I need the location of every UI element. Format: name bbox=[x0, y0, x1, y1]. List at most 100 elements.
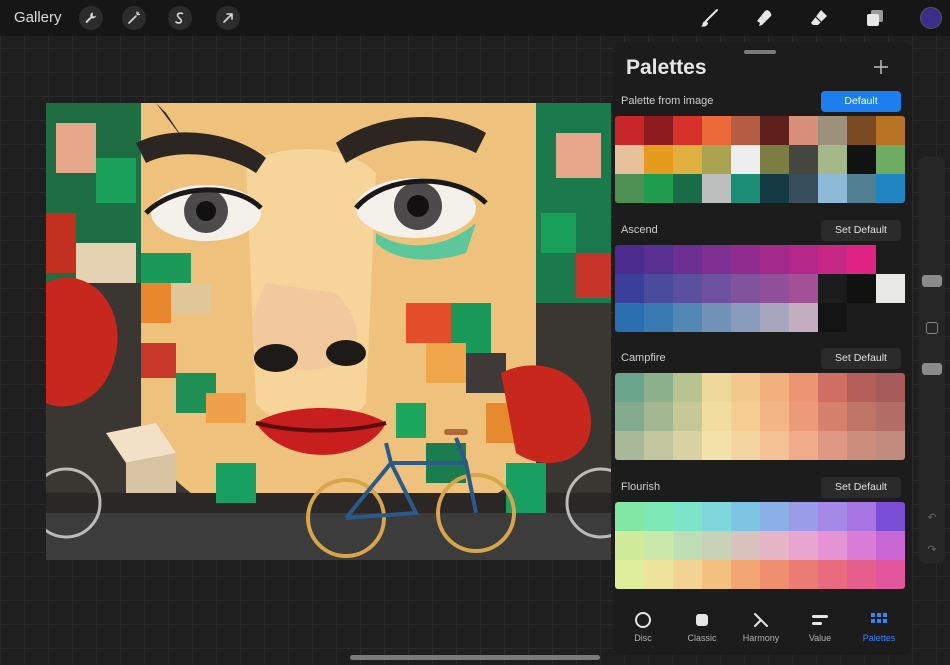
palette-swatch[interactable] bbox=[731, 531, 760, 560]
palette-swatch[interactable] bbox=[702, 431, 731, 460]
palette-swatch[interactable] bbox=[760, 274, 789, 303]
palette-swatch[interactable] bbox=[818, 402, 847, 431]
palette-swatch[interactable] bbox=[731, 402, 760, 431]
palette-swatch[interactable] bbox=[789, 274, 818, 303]
palette-swatch[interactable] bbox=[673, 431, 702, 460]
palette-swatch[interactable] bbox=[615, 245, 644, 274]
palette-swatch[interactable] bbox=[818, 116, 847, 145]
palette-swatch[interactable] bbox=[876, 245, 905, 274]
tab-value[interactable]: Value bbox=[790, 605, 850, 653]
palette-swatch[interactable] bbox=[760, 245, 789, 274]
palette-swatch[interactable] bbox=[673, 303, 702, 332]
palette-swatch[interactable] bbox=[789, 373, 818, 402]
palette-swatch[interactable] bbox=[673, 145, 702, 174]
palette-swatch[interactable] bbox=[644, 431, 673, 460]
palette-swatch[interactable] bbox=[644, 402, 673, 431]
palette-swatch[interactable] bbox=[644, 531, 673, 560]
palette-swatch[interactable] bbox=[731, 373, 760, 402]
transform-arrow-icon[interactable] bbox=[216, 6, 240, 30]
palette-swatch[interactable] bbox=[789, 502, 818, 531]
palette-swatch[interactable] bbox=[702, 502, 731, 531]
panel-grabber[interactable] bbox=[744, 50, 776, 54]
palette-swatch[interactable] bbox=[847, 431, 876, 460]
palette-swatch[interactable] bbox=[702, 402, 731, 431]
palette-swatch[interactable] bbox=[673, 560, 702, 589]
palette-swatch[interactable] bbox=[673, 373, 702, 402]
palette-swatch[interactable] bbox=[702, 116, 731, 145]
palette-swatch[interactable] bbox=[876, 303, 905, 332]
palette-swatch[interactable] bbox=[615, 402, 644, 431]
palette-swatch[interactable] bbox=[876, 274, 905, 303]
palette-swatch[interactable] bbox=[847, 373, 876, 402]
palette-swatch[interactable] bbox=[615, 431, 644, 460]
smudge-icon[interactable] bbox=[752, 6, 776, 30]
palette-swatch[interactable] bbox=[644, 373, 673, 402]
palette-swatch[interactable] bbox=[847, 402, 876, 431]
opacity-thumb[interactable] bbox=[922, 363, 942, 375]
palette-swatch[interactable] bbox=[615, 373, 644, 402]
palette-swatch[interactable] bbox=[760, 560, 789, 589]
palette-swatch[interactable] bbox=[876, 502, 905, 531]
palette-swatch[interactable] bbox=[731, 502, 760, 531]
palette-swatch[interactable] bbox=[789, 174, 818, 203]
palette-swatch[interactable] bbox=[644, 502, 673, 531]
palette-swatch[interactable] bbox=[818, 431, 847, 460]
gallery-button[interactable]: Gallery bbox=[14, 9, 62, 26]
palette-swatch[interactable] bbox=[673, 531, 702, 560]
palette-swatch[interactable] bbox=[615, 116, 644, 145]
palette-swatch[interactable] bbox=[818, 245, 847, 274]
palette-swatch[interactable] bbox=[615, 531, 644, 560]
palette-swatch[interactable] bbox=[876, 145, 905, 174]
palette-swatch[interactable] bbox=[731, 431, 760, 460]
palette-swatch[interactable] bbox=[847, 531, 876, 560]
palette-swatch[interactable] bbox=[760, 116, 789, 145]
layers-icon[interactable] bbox=[863, 6, 887, 30]
palette-swatch[interactable] bbox=[644, 560, 673, 589]
brush-icon[interactable] bbox=[697, 6, 721, 30]
palette-swatch[interactable] bbox=[760, 402, 789, 431]
palette-swatch[interactable] bbox=[702, 145, 731, 174]
palette-swatch[interactable] bbox=[818, 174, 847, 203]
palette-swatch[interactable] bbox=[876, 373, 905, 402]
add-palette-button[interactable] bbox=[870, 56, 892, 78]
brush-size-opacity-slider[interactable]: ↶ ↷ bbox=[919, 157, 945, 563]
palette-swatch[interactable] bbox=[702, 174, 731, 203]
palette-swatch[interactable] bbox=[760, 502, 789, 531]
palette-swatch[interactable] bbox=[615, 502, 644, 531]
palette-swatch[interactable] bbox=[876, 531, 905, 560]
palette-swatch[interactable] bbox=[789, 531, 818, 560]
palette-swatch[interactable] bbox=[789, 303, 818, 332]
palette-swatch[interactable] bbox=[731, 303, 760, 332]
palette-swatch[interactable] bbox=[644, 116, 673, 145]
palette-swatch[interactable] bbox=[876, 431, 905, 460]
modify-button[interactable] bbox=[926, 322, 938, 334]
palette-swatch[interactable] bbox=[644, 245, 673, 274]
set-default-button[interactable]: Set Default bbox=[821, 348, 901, 369]
magic-wand-icon[interactable] bbox=[122, 6, 146, 30]
palette-swatch[interactable] bbox=[702, 373, 731, 402]
wrench-icon[interactable] bbox=[79, 6, 103, 30]
palette-swatch[interactable] bbox=[731, 174, 760, 203]
tab-classic[interactable]: Classic bbox=[672, 605, 732, 653]
palette-swatch[interactable] bbox=[789, 431, 818, 460]
palette-swatch[interactable] bbox=[789, 245, 818, 274]
palette-swatch[interactable] bbox=[760, 531, 789, 560]
palette-swatch[interactable] bbox=[615, 174, 644, 203]
palette-swatch[interactable] bbox=[644, 145, 673, 174]
palette-swatch[interactable] bbox=[673, 402, 702, 431]
palette-swatch[interactable] bbox=[876, 116, 905, 145]
palette-swatch[interactable] bbox=[789, 402, 818, 431]
palette-swatch[interactable] bbox=[702, 531, 731, 560]
redo-icon[interactable]: ↷ bbox=[926, 544, 938, 556]
palette-swatch[interactable] bbox=[789, 145, 818, 174]
palette-swatch[interactable] bbox=[644, 274, 673, 303]
artwork-canvas[interactable] bbox=[46, 103, 611, 560]
palette-swatch[interactable] bbox=[673, 116, 702, 145]
palette-swatch[interactable] bbox=[818, 560, 847, 589]
palette-swatch[interactable] bbox=[818, 531, 847, 560]
palette-swatch[interactable] bbox=[731, 560, 760, 589]
tab-harmony[interactable]: Harmony bbox=[731, 605, 791, 653]
palette-swatch[interactable] bbox=[731, 274, 760, 303]
palette-swatch[interactable] bbox=[702, 560, 731, 589]
palette-swatch[interactable] bbox=[673, 502, 702, 531]
